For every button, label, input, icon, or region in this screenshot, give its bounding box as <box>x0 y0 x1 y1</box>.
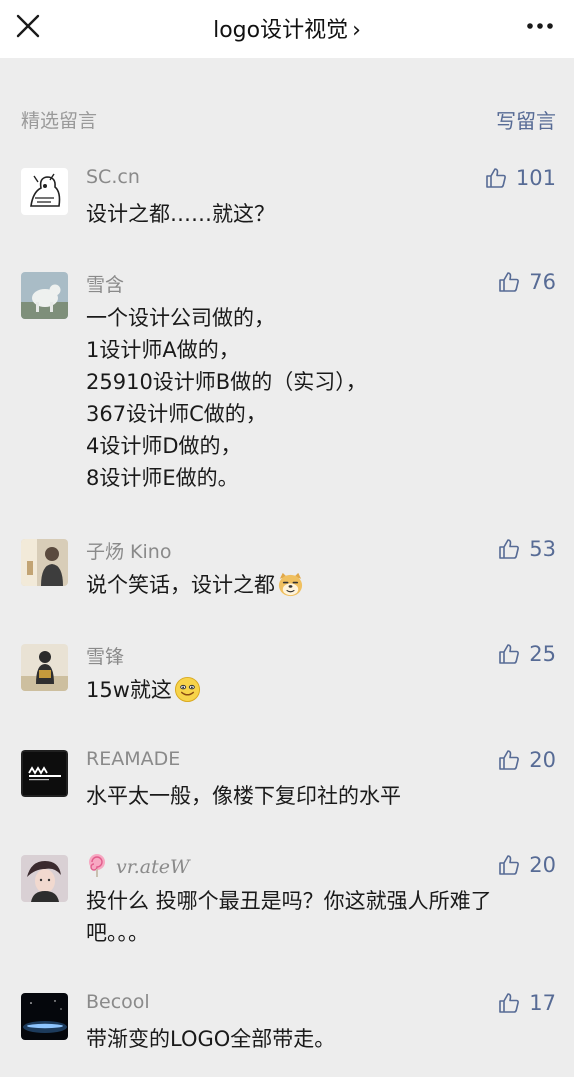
comment-text: 设计之都……就这？ <box>86 198 556 230</box>
comment-text: 带渐变的LOGO全部带走。 <box>86 1023 556 1055</box>
like-count: 17 <box>529 991 556 1015</box>
like-count: 76 <box>529 270 556 294</box>
comment-line: 1设计师A做的， <box>86 338 240 362</box>
featured-comments-header: 精选留言 写留言 <box>0 100 574 136</box>
avatar[interactable] <box>21 644 68 691</box>
comment-line: 15w就这 <box>86 674 556 706</box>
nickname: 子炀 Kino <box>86 541 172 563</box>
thumbs-up-icon <box>499 644 520 664</box>
like-button[interactable]: 53 <box>497 534 556 564</box>
like-button[interactable]: 101 <box>484 163 556 193</box>
doge-emoji-icon <box>278 572 303 597</box>
avatar[interactable] <box>21 855 68 902</box>
comment-line: 设计之都……就这？ <box>86 202 275 226</box>
comment-text: 投什么 投哪个最丑是吗？你这就强人所难了 吧。。。 <box>86 885 556 949</box>
chevron-right-icon: › <box>352 18 361 43</box>
thumbs-up-icon <box>499 272 520 292</box>
thumbs-up-icon <box>499 750 520 770</box>
comment-line: 367设计师C做的， <box>86 402 267 426</box>
account-title[interactable]: logo设计视觉 › <box>0 12 574 44</box>
nickname: 雪锋 <box>86 646 125 668</box>
like-count: 101 <box>515 166 556 190</box>
more-dots-icon <box>527 23 553 29</box>
more-button[interactable] <box>522 14 558 38</box>
comment-text: 水平太一般，像楼下复印社的水平 <box>86 780 556 812</box>
like-button[interactable]: 25 <box>497 639 556 669</box>
comment-line-text: 说个笑话，设计之都 <box>86 573 275 597</box>
nickname: REAMADE <box>86 748 181 770</box>
thumbs-up-icon <box>499 855 520 875</box>
nickname: 雪含 <box>86 274 125 296</box>
nickname-text: vr.ateW <box>116 856 190 878</box>
comment-line: 说个笑话，设计之都 <box>86 569 556 601</box>
like-count: 53 <box>529 537 556 561</box>
avatar[interactable] <box>21 750 68 797</box>
like-count: 25 <box>529 642 556 666</box>
smile-emoji-icon <box>174 676 200 703</box>
lollipop-icon <box>89 854 105 877</box>
comment-line: 25910设计师B做的（实习）， <box>86 370 367 394</box>
like-button[interactable]: 20 <box>497 850 556 880</box>
write-comment-button[interactable]: 写留言 <box>496 105 556 134</box>
nickname: SC.cn <box>86 166 140 188</box>
nickname: Becool <box>86 991 150 1013</box>
comment-line: 8设计师E做的。 <box>86 466 239 490</box>
nickname: vr.ateW <box>86 853 190 878</box>
comment-line: 投什么 投哪个最丑是吗？你这就强人所难了 <box>86 889 492 913</box>
thumbs-up-icon <box>499 993 520 1013</box>
top-bar: logo设计视觉 › <box>0 0 574 58</box>
comment-line: 吧。。。 <box>86 921 149 945</box>
like-button[interactable]: 76 <box>497 267 556 297</box>
comment-line: 一个设计公司做的， <box>86 306 275 330</box>
avatar[interactable] <box>21 168 68 215</box>
thumbs-up-icon <box>486 168 506 188</box>
comment-line: 4设计师D做的， <box>86 434 242 458</box>
thumbs-up-icon <box>499 539 520 559</box>
account-title-text: logo设计视觉 <box>213 18 349 43</box>
like-count: 20 <box>529 853 556 877</box>
avatar[interactable] <box>21 993 68 1040</box>
avatar[interactable] <box>21 539 68 586</box>
comment-line: 水平太一般，像楼下复印社的水平 <box>86 784 401 808</box>
comment-text: 说个笑话，设计之都 <box>86 569 556 601</box>
like-button[interactable]: 17 <box>497 988 556 1018</box>
like-button[interactable]: 20 <box>497 745 556 775</box>
like-count: 20 <box>529 748 556 772</box>
comment-line-text: 15w就这 <box>86 678 172 702</box>
section-title: 精选留言 <box>21 110 98 132</box>
comment-text: 15w就这 <box>86 674 556 706</box>
avatar[interactable] <box>21 272 68 319</box>
comment-text: 一个设计公司做的， 1设计师A做的， 25910设计师B做的（实习）， 367设… <box>86 302 556 494</box>
comment-line: 带渐变的LOGO全部带走。 <box>86 1027 336 1051</box>
